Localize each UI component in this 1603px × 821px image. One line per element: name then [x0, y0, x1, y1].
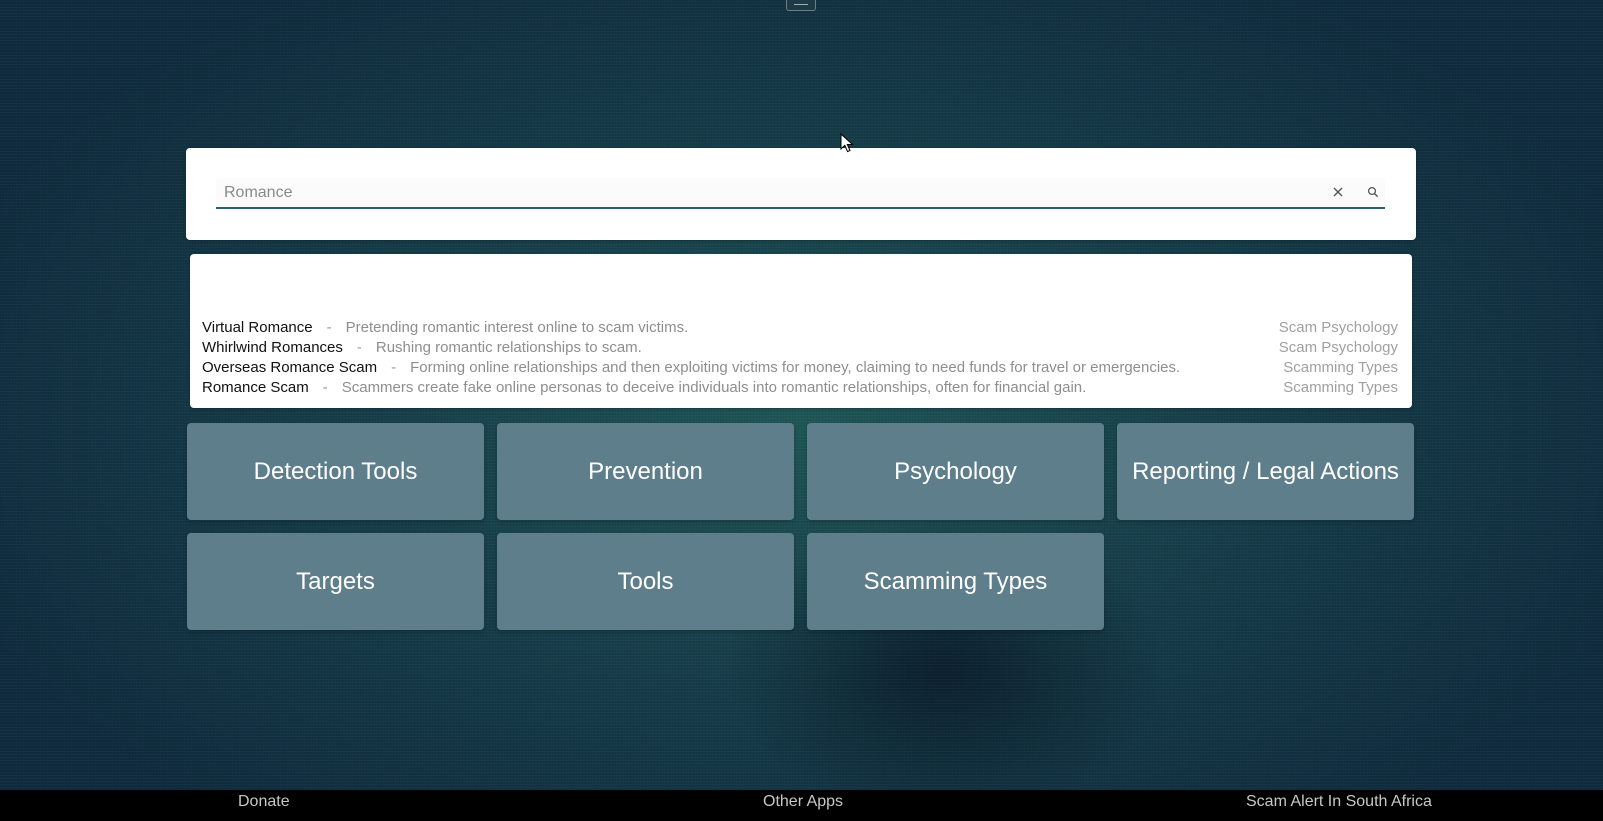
- mouse-cursor-icon: [840, 133, 854, 153]
- result-description: Scammers create fake online personas to …: [341, 378, 1087, 396]
- close-icon[interactable]: [1327, 181, 1349, 203]
- result-item[interactable]: Romance Scam - Scammers create fake onli…: [202, 377, 1398, 397]
- search-input[interactable]: [224, 181, 1294, 205]
- result-description: Rushing romantic relationships to scam.: [375, 338, 642, 356]
- result-item[interactable]: Whirlwind Romances - Rushing romantic re…: [202, 337, 1398, 357]
- tile-tools[interactable]: Tools: [497, 533, 794, 630]
- donate-link[interactable]: Donate: [238, 790, 290, 813]
- result-category: Scam Psychology: [1278, 338, 1398, 356]
- result-separator: -: [322, 378, 328, 396]
- result-title: Virtual Romance: [202, 318, 313, 336]
- search-panel: [186, 148, 1416, 240]
- tile-psychology[interactable]: Psychology: [807, 423, 1104, 520]
- search-box: [216, 178, 1385, 209]
- magnifier-icon[interactable]: [1362, 181, 1384, 203]
- result-description: Forming online relationships and then ex…: [410, 358, 1181, 376]
- other-apps-link[interactable]: Other Apps: [763, 790, 843, 813]
- result-category: Scamming Types: [1283, 378, 1398, 396]
- result-item[interactable]: Overseas Romance Scam - Forming online r…: [202, 357, 1398, 377]
- tile-scamming-types[interactable]: Scamming Types: [807, 533, 1104, 630]
- drag-handle[interactable]: [786, 0, 816, 11]
- result-separator: -: [391, 358, 397, 376]
- category-grid: Detection Tools Prevention Psychology Re…: [187, 423, 1417, 630]
- result-title: Whirlwind Romances: [202, 338, 343, 356]
- result-separator: -: [326, 318, 332, 336]
- tile-reporting-legal-actions[interactable]: Reporting / Legal Actions: [1117, 423, 1414, 520]
- search-results-panel: Virtual Romance - Pretending romantic in…: [190, 254, 1412, 408]
- result-item[interactable]: Virtual Romance - Pretending romantic in…: [202, 317, 1398, 337]
- tile-prevention[interactable]: Prevention: [497, 423, 794, 520]
- result-title: Overseas Romance Scam: [202, 358, 378, 376]
- result-separator: -: [356, 338, 362, 356]
- footer-bar: Donate Other Apps Scam Alert In South Af…: [0, 790, 1603, 821]
- scam-alert-link[interactable]: Scam Alert In South Africa: [1246, 790, 1432, 813]
- result-title: Romance Scam: [202, 378, 309, 396]
- result-category: Scamming Types: [1283, 358, 1398, 376]
- tile-detection-tools[interactable]: Detection Tools: [187, 423, 484, 520]
- result-description: Pretending romantic interest online to s…: [345, 318, 689, 336]
- result-list: Virtual Romance - Pretending romantic in…: [202, 317, 1398, 397]
- result-category: Scam Psychology: [1278, 318, 1398, 336]
- tile-targets[interactable]: Targets: [187, 533, 484, 630]
